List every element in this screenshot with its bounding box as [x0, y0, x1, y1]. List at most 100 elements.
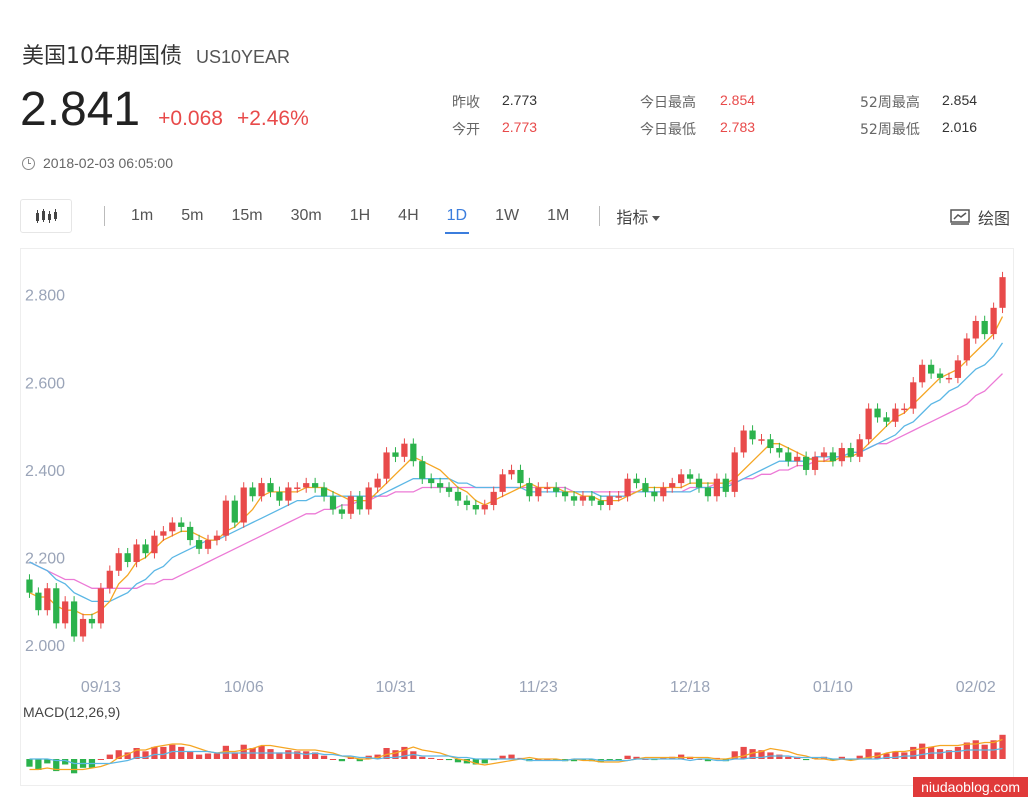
timeframe-1mo[interactable]: 1M — [533, 207, 583, 225]
macd-bar — [936, 749, 944, 759]
candle-body — [633, 478, 640, 484]
candle-body — [615, 496, 622, 498]
candle-body — [79, 618, 87, 637]
timestamp: 2018-02-03 06:05:00 — [43, 155, 173, 171]
macd-bar — [919, 743, 926, 759]
macd-bar — [195, 754, 203, 759]
timeframe-5m[interactable]: 5m — [167, 207, 217, 225]
macd-bar — [213, 753, 221, 759]
candle-body — [204, 540, 212, 549]
timeframe-15m[interactable]: 15m — [217, 207, 276, 225]
candle-body — [392, 452, 399, 457]
stat-open: 今开 2.773 — [452, 119, 537, 139]
candle-body — [62, 601, 69, 624]
stat-value: 2.016 — [942, 119, 978, 135]
candle-body — [383, 452, 390, 479]
candle-body — [936, 373, 944, 378]
draw-button[interactable]: 绘图 — [950, 205, 1010, 229]
macd-bar — [303, 751, 310, 759]
timeframe-1h[interactable]: 1H — [336, 207, 384, 225]
ma-mid-line — [29, 342, 1004, 603]
candle-body — [436, 483, 444, 488]
clock-icon — [22, 156, 35, 170]
chart-area[interactable]: 2.800 2.600 2.400 2.200 2.000 09/13 10/06 10/31… — [20, 248, 1014, 786]
candle-body — [312, 483, 319, 488]
timeframe-1m[interactable]: 1m — [117, 207, 167, 225]
candle-body — [999, 277, 1006, 308]
candle-body — [553, 487, 560, 492]
macd-bar — [160, 746, 167, 759]
candle-body — [249, 487, 256, 497]
timeframe-30m[interactable]: 30m — [277, 207, 336, 225]
candle-body — [570, 496, 578, 501]
candle-body — [901, 408, 908, 411]
stat-52w-high: 52周最高 2.854 — [860, 92, 977, 112]
candle-body — [981, 320, 988, 335]
macd-bar — [97, 759, 105, 760]
macd-bar — [26, 759, 33, 767]
timeframe-1w[interactable]: 1W — [481, 207, 533, 225]
toolbar-divider — [599, 206, 601, 226]
candle-body — [347, 496, 354, 514]
candle-body — [454, 491, 462, 501]
x-tick-label: 10/31 — [375, 679, 415, 696]
price-chart[interactable]: 2.800 2.600 2.400 2.200 2.000 09/13 10/06 10/31… — [21, 249, 1013, 785]
stat-label: 今开 — [452, 122, 480, 138]
candle-body — [374, 478, 381, 488]
ma-short-line — [29, 316, 1004, 616]
candle-body — [874, 408, 881, 418]
candle-body — [267, 483, 274, 492]
candle-body — [910, 382, 917, 409]
draw-label: 绘图 — [977, 209, 1010, 228]
candle-body — [561, 491, 569, 497]
macd-bar — [445, 759, 453, 761]
candle-body — [35, 592, 42, 611]
candle-body — [865, 408, 872, 440]
candle-body — [883, 417, 890, 422]
indicator-dropdown[interactable]: 指标 — [616, 204, 661, 228]
candle-body — [294, 487, 301, 489]
stat-label: 昨收 — [452, 95, 480, 111]
macd-bar — [954, 746, 962, 759]
x-tick-label: 12/18 — [670, 679, 710, 696]
candle-body — [526, 483, 533, 497]
candle-body — [695, 478, 703, 488]
candle-body — [731, 452, 738, 492]
candle-body — [106, 570, 113, 589]
macd-label: MACD(12,26,9) — [23, 704, 120, 720]
x-tick-label: 11/23 — [519, 679, 558, 696]
macd-bar — [785, 756, 792, 759]
candle-body — [535, 487, 542, 497]
macd-bar — [106, 754, 113, 759]
candle-body — [133, 544, 140, 562]
candle-body — [142, 544, 149, 554]
drawing-icon — [950, 209, 970, 225]
macd-bar — [204, 753, 212, 759]
candle-body — [445, 487, 453, 492]
candle-body — [597, 500, 604, 506]
timeframe-1d[interactable]: 1D — [433, 207, 481, 234]
candle-body — [963, 338, 970, 361]
candle-body — [722, 478, 729, 492]
macd-bar — [187, 751, 194, 759]
macd-bar — [803, 759, 810, 761]
candle-body — [481, 505, 488, 510]
stat-52w-low: 52周最低 2.016 — [860, 119, 977, 139]
candle-body — [544, 487, 551, 489]
chart-type-button[interactable] — [20, 199, 72, 233]
candle-body — [44, 588, 51, 611]
candle-body — [231, 500, 238, 523]
chart-toolbar: 1m 5m 15m 30m 1H 4H 1D 1W 1M 指标 — [20, 197, 1012, 235]
candle-body — [606, 496, 613, 506]
y-tick-label: 2.000 — [25, 638, 65, 655]
candle-body — [704, 487, 712, 497]
stat-day-low: 今日最低 2.783 — [640, 119, 755, 139]
timestamp-row: 2018-02-03 06:05:00 — [22, 155, 173, 171]
timeframe-4h[interactable]: 4H — [384, 207, 432, 225]
stat-day-high: 今日最高 2.854 — [640, 92, 755, 112]
macd-bar — [481, 759, 488, 764]
candle-body — [178, 522, 185, 527]
candle-body — [758, 439, 765, 441]
candle-body — [811, 456, 819, 470]
macd-bar — [981, 744, 988, 759]
